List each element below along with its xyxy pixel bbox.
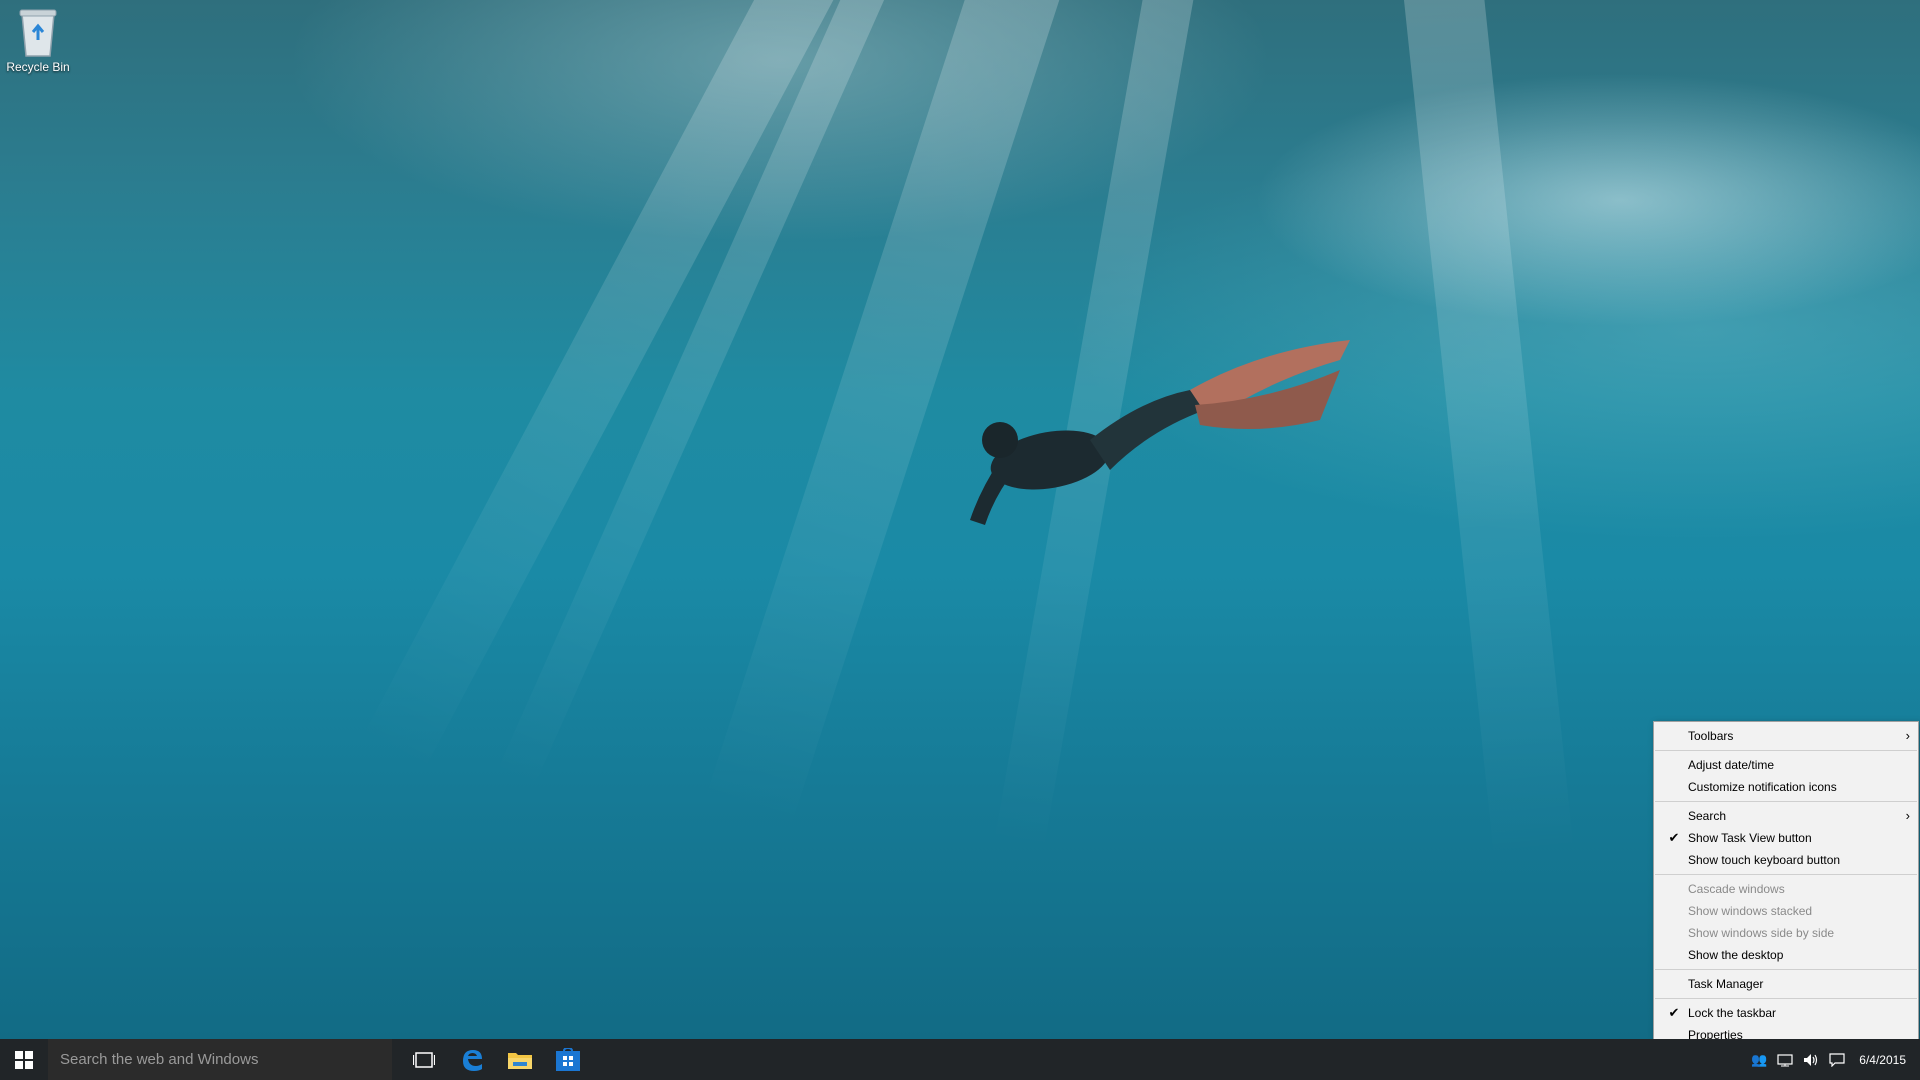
recycle-bin-label: Recycle Bin	[6, 60, 70, 74]
menu-item-show-task-view-button[interactable]: ✔ Show Task View button	[1654, 827, 1918, 849]
menu-item-toolbars[interactable]: Toolbars ›	[1654, 725, 1918, 747]
menu-item-cascade-windows: Cascade windows	[1654, 878, 1918, 900]
search-input[interactable]: Search the web and Windows	[48, 1039, 392, 1080]
edge-button[interactable]	[448, 1039, 496, 1080]
menu-separator	[1655, 969, 1917, 970]
menu-item-adjust-date-time[interactable]: Adjust date/time	[1654, 754, 1918, 776]
submenu-arrow-icon: ›	[1905, 808, 1910, 823]
action-center-icon[interactable]	[1829, 1052, 1845, 1067]
menu-item-show-windows-side-by-side: Show windows side by side	[1654, 922, 1918, 944]
menu-item-show-touch-keyboard-button[interactable]: Show touch keyboard button	[1654, 849, 1918, 871]
menu-item-customize-notification-icons[interactable]: Customize notification icons	[1654, 776, 1918, 798]
menu-item-show-windows-stacked: Show windows stacked	[1654, 900, 1918, 922]
menu-item-show-the-desktop[interactable]: Show the desktop	[1654, 944, 1918, 966]
menu-item-label: Toolbars	[1688, 729, 1734, 743]
menu-separator	[1655, 874, 1917, 875]
people-icon[interactable]: 👥	[1751, 1052, 1767, 1068]
menu-item-label: Cascade windows	[1688, 882, 1785, 896]
recycle-bin-icon	[14, 6, 62, 58]
menu-item-search[interactable]: Search ›	[1654, 805, 1918, 827]
start-button[interactable]	[0, 1039, 48, 1080]
network-icon[interactable]	[1777, 1053, 1793, 1067]
menu-item-label: Adjust date/time	[1688, 758, 1775, 772]
taskbar: Search the web and Windows 👥 6/4/2015	[0, 1039, 1920, 1080]
menu-separator	[1655, 998, 1917, 999]
menu-separator	[1655, 750, 1917, 751]
menu-separator	[1655, 801, 1917, 802]
folder-icon	[508, 1052, 532, 1069]
menu-item-lock-the-taskbar[interactable]: ✔ Lock the taskbar	[1654, 1002, 1918, 1024]
edge-icon	[463, 1049, 482, 1071]
search-placeholder: Search the web and Windows	[60, 1051, 259, 1068]
windows-logo-icon	[15, 1050, 33, 1069]
clock-date: 6/4/2015	[1859, 1052, 1906, 1067]
task-view-icon	[413, 1051, 435, 1068]
clock[interactable]: 6/4/2015	[1851, 1052, 1920, 1068]
menu-item-label: Show windows stacked	[1688, 904, 1813, 918]
store-icon	[556, 1047, 580, 1071]
recycle-bin-desktop-icon[interactable]: Recycle Bin	[4, 6, 72, 74]
menu-item-label: Show Task View button	[1688, 831, 1812, 845]
menu-item-properties[interactable]: Properties	[1654, 1024, 1918, 1039]
menu-item-label: Task Manager	[1688, 977, 1764, 991]
file-explorer-button[interactable]	[496, 1039, 544, 1080]
checkmark-icon: ✔	[1668, 1005, 1680, 1020]
store-button[interactable]	[544, 1039, 592, 1080]
menu-item-task-manager[interactable]: Task Manager	[1654, 973, 1918, 995]
light-ray	[1400, 0, 1574, 860]
menu-item-label: Lock the taskbar	[1688, 1006, 1777, 1020]
menu-item-label: Customize notification icons	[1688, 780, 1837, 794]
swimmer-image	[970, 340, 1350, 525]
menu-item-label: Show the desktop	[1688, 948, 1784, 962]
desktop-wallpaper: Recycle Bin Toolbars › Adjust date/time …	[0, 0, 1920, 1039]
menu-item-label: Search	[1688, 809, 1727, 823]
volume-icon[interactable]	[1803, 1053, 1819, 1067]
task-view-button[interactable]	[400, 1039, 448, 1080]
taskbar-context-menu: Toolbars › Adjust date/time Customize no…	[1653, 721, 1919, 1039]
menu-item-label: Show windows side by side	[1688, 926, 1835, 940]
menu-item-label: Show touch keyboard button	[1688, 853, 1841, 867]
submenu-arrow-icon: ›	[1905, 728, 1910, 743]
checkmark-icon: ✔	[1668, 830, 1680, 845]
system-tray: 👥 6/4/2015	[1751, 1039, 1920, 1080]
menu-item-label: Properties	[1688, 1028, 1743, 1039]
